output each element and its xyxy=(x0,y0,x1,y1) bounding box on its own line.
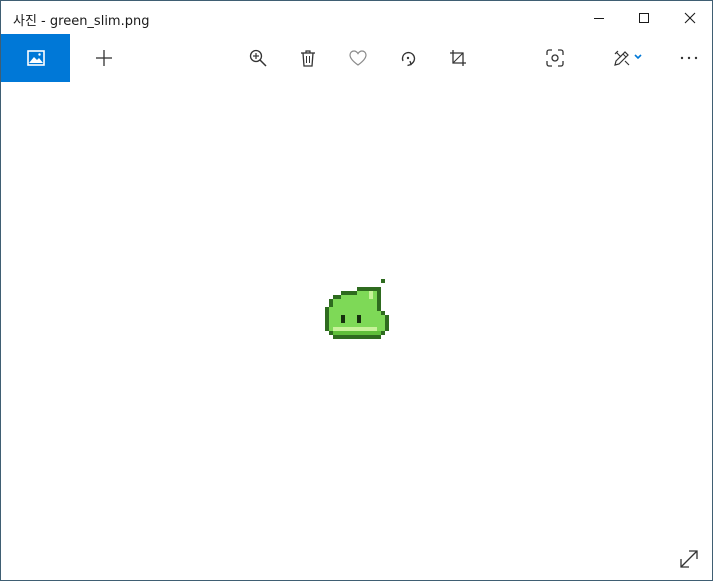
favorite-button[interactable] xyxy=(338,34,378,82)
crop-button[interactable] xyxy=(438,34,478,82)
visual-search-icon xyxy=(546,49,564,67)
green-slime-sprite xyxy=(325,279,389,339)
file-name: green_slim.png xyxy=(49,14,150,29)
minimize-button[interactable] xyxy=(576,1,622,34)
close-icon xyxy=(684,12,696,23)
crop-icon xyxy=(450,50,466,66)
heart-icon xyxy=(349,50,367,66)
minimize-icon xyxy=(594,17,604,19)
title-bar[interactable]: 사진 - green_slim.png xyxy=(1,1,712,34)
more-button[interactable] xyxy=(669,34,709,82)
plus-icon xyxy=(96,50,112,66)
fullscreen-button[interactable] xyxy=(671,541,707,577)
maximize-button[interactable] xyxy=(621,1,667,34)
visual-search-button[interactable] xyxy=(535,34,575,82)
rotate-icon xyxy=(401,51,416,67)
edit-create-button[interactable] xyxy=(603,34,653,82)
maximize-icon xyxy=(639,12,649,23)
close-button[interactable] xyxy=(667,1,712,34)
edit-create-icon xyxy=(614,50,642,66)
zoom-in-icon xyxy=(249,49,267,67)
more-icon xyxy=(680,56,698,60)
zoom-button[interactable] xyxy=(238,34,278,82)
title-separator: - xyxy=(36,14,50,29)
add-button[interactable] xyxy=(84,34,124,82)
trash-icon xyxy=(301,50,315,67)
collection-button[interactable] xyxy=(1,34,70,82)
toolbar xyxy=(1,34,712,82)
expand-icon xyxy=(680,550,698,568)
app-name: 사진 xyxy=(13,14,37,29)
rotate-button[interactable] xyxy=(388,34,428,82)
delete-button[interactable] xyxy=(288,34,328,82)
image-canvas[interactable] xyxy=(1,82,712,580)
photos-app-window: 사진 - green_slim.png xyxy=(0,0,713,581)
photo-collection-icon xyxy=(26,50,45,66)
window-title: 사진 - green_slim.png xyxy=(13,10,149,29)
